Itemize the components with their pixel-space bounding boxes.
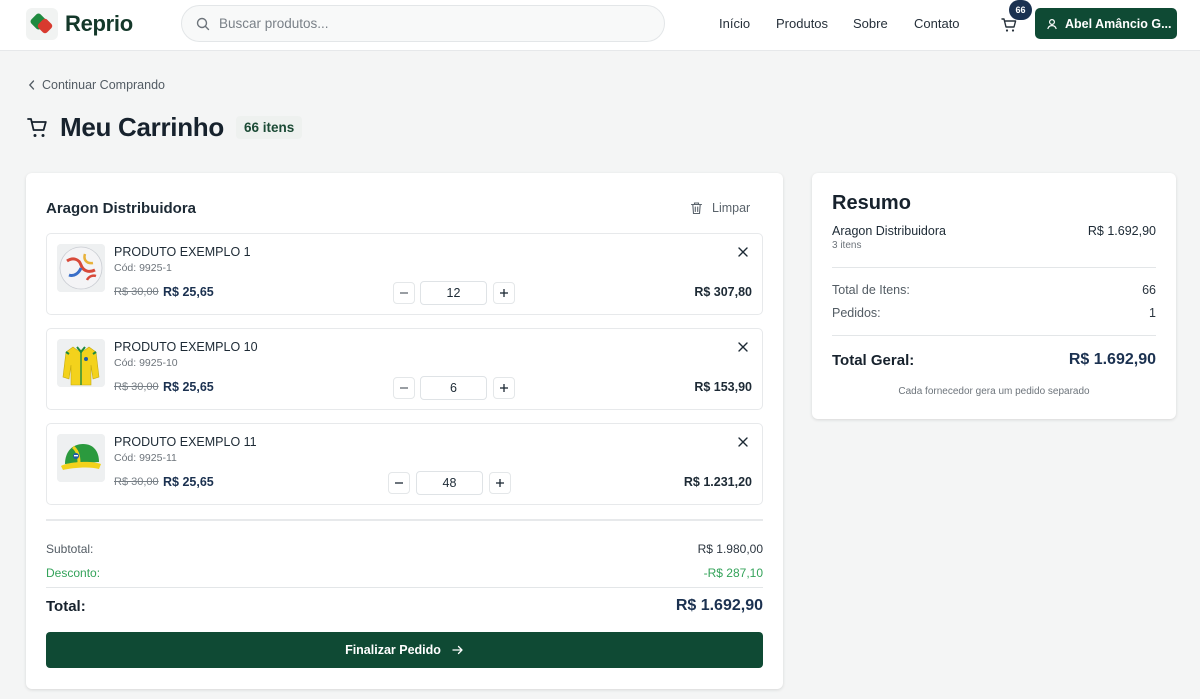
subtotal-value: R$ 1.980,00 [697, 542, 763, 556]
summary-supplier-name: Aragon Distribuidora [832, 224, 946, 238]
quantity-input[interactable] [420, 281, 487, 305]
quantity-increase-button[interactable] [489, 472, 511, 494]
cart-item: PRODUTO EXEMPLO 10 Cód: 9925-10 R$ 30,00… [46, 328, 763, 410]
total-label: Total: [46, 598, 86, 615]
orders-label: Pedidos: [832, 306, 881, 320]
minus-icon [395, 482, 403, 484]
quantity-decrease-button[interactable] [393, 282, 415, 304]
summary-note: Cada fornecedor gera um pedido separado [898, 386, 1090, 397]
summary-supplier-items: 3 itens [832, 240, 862, 251]
clear-cart-label: Limpar [712, 201, 751, 215]
line-total: R$ 153,90 [694, 380, 752, 394]
search-icon [196, 17, 210, 31]
cart-item: PRODUTO EXEMPLO 1 Cód: 9925-1 R$ 30,00 R… [46, 233, 763, 315]
continue-shopping-label: Continuar Comprando [42, 78, 165, 92]
product-image-soccer-ball[interactable] [57, 244, 105, 292]
nav-sobre[interactable]: Sobre [853, 16, 888, 31]
total-value: R$ 1.692,90 [675, 597, 763, 614]
supplier-name: Aragon Distribuidora [46, 200, 197, 217]
product-code: Cód: 9925-1 [114, 262, 172, 274]
close-icon [738, 247, 748, 257]
line-total: R$ 1.231,20 [683, 475, 752, 489]
original-price: R$ 30,00 [114, 381, 159, 393]
page-title: Meu Carrinho [60, 112, 224, 142]
cart-icon [27, 117, 47, 137]
summary-title: Resumo [832, 192, 911, 214]
brand-name: Reprio [65, 11, 133, 36]
user-account-button[interactable]: Abel Amâncio G... [1035, 8, 1177, 39]
grand-total-value: R$ 1.692,90 [1068, 351, 1156, 368]
plus-icon [500, 289, 508, 297]
nav-inicio[interactable]: Início [719, 16, 750, 31]
quantity-input[interactable] [420, 376, 487, 400]
product-name[interactable]: PRODUTO EXEMPLO 1 [114, 245, 251, 259]
product-name[interactable]: PRODUTO EXEMPLO 11 [114, 435, 257, 449]
nav-produtos[interactable]: Produtos [776, 16, 828, 31]
cart-panel: Aragon Distribuidora Limpar PRODUTO EXEM… [26, 173, 783, 689]
close-icon [738, 437, 748, 447]
product-name[interactable]: PRODUTO EXEMPLO 10 [114, 340, 258, 354]
plus-icon [500, 384, 508, 392]
subtotal-label: Subtotal: [46, 542, 94, 556]
discount-label: Desconto: [46, 566, 101, 580]
user-icon [1047, 18, 1057, 29]
quantity-decrease-button[interactable] [388, 472, 410, 494]
order-summary-panel: Resumo Aragon Distribuidora 3 itens R$ 1… [812, 173, 1176, 419]
original-price: R$ 30,00 [114, 476, 159, 488]
line-total: R$ 307,80 [694, 285, 752, 299]
item-count-badge: 66 itens [235, 116, 303, 139]
quantity-increase-button[interactable] [493, 282, 515, 304]
discounted-price: R$ 25,65 [163, 285, 214, 299]
product-image-green-cap[interactable] [57, 434, 105, 482]
quantity-input[interactable] [416, 471, 483, 495]
grand-total-label: Total Geral: [832, 352, 915, 369]
nav-contato[interactable]: Contato [914, 16, 960, 31]
remove-item-button[interactable] [737, 435, 749, 453]
close-icon [738, 342, 748, 352]
remove-item-button[interactable] [737, 245, 749, 263]
cart-item: PRODUTO EXEMPLO 11 Cód: 9925-11 R$ 30,00… [46, 423, 763, 505]
plus-icon [496, 479, 504, 487]
continue-shopping-link[interactable]: Continuar Comprando [28, 78, 165, 92]
summary-supplier-total: R$ 1.692,90 [1087, 224, 1156, 238]
quantity-decrease-button[interactable] [393, 377, 415, 399]
brand-logo[interactable]: Reprio [26, 8, 133, 40]
product-code: Cód: 9925-11 [114, 452, 177, 464]
cart-count-badge: 66 [1009, 0, 1032, 20]
total-items-label: Total de Itens: [832, 283, 910, 297]
chevron-left-icon [28, 80, 35, 90]
discounted-price: R$ 25,65 [163, 475, 214, 489]
minus-icon [400, 292, 408, 294]
product-code: Cód: 9925-10 [114, 357, 178, 369]
minus-icon [400, 387, 408, 389]
checkout-button[interactable]: Finalizar Pedido [46, 632, 763, 668]
divider [832, 335, 1156, 336]
logo-mark-icon [26, 8, 58, 40]
remove-item-button[interactable] [737, 340, 749, 358]
divider [832, 267, 1156, 268]
orders-value: 1 [1149, 306, 1156, 320]
search-bar[interactable] [181, 5, 665, 42]
clear-cart-button[interactable]: Limpar [690, 201, 750, 215]
discounted-price: R$ 25,65 [163, 380, 214, 394]
top-header: Reprio Início Produtos Sobre Contato 66 … [0, 0, 1200, 51]
product-image-yellow-jacket[interactable] [57, 339, 105, 387]
total-items-value: 66 [1142, 283, 1156, 297]
user-name: Abel Amâncio G... [1065, 16, 1172, 31]
trash-icon [690, 202, 703, 215]
arrow-right-icon [452, 645, 463, 655]
quantity-increase-button[interactable] [493, 377, 515, 399]
search-input[interactable] [219, 6, 649, 41]
checkout-label: Finalizar Pedido [345, 643, 441, 657]
divider [46, 587, 763, 588]
page-header: Meu Carrinho 66 itens [26, 112, 303, 143]
discount-value: -R$ 287,10 [703, 566, 763, 580]
divider [46, 519, 763, 521]
original-price: R$ 30,00 [114, 286, 159, 298]
